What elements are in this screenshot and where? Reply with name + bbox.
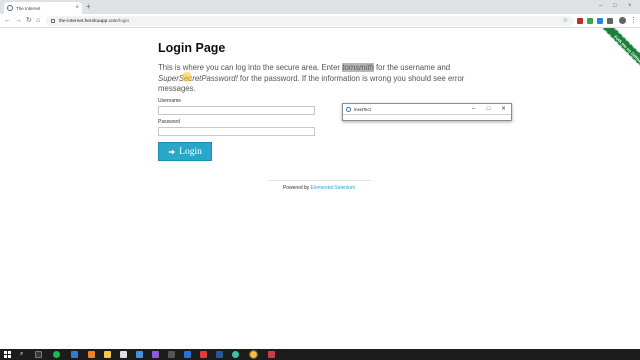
password-input[interactable] [158,127,315,136]
edge-icon[interactable] [232,351,239,358]
browser-menu-button[interactable]: ⋮ [630,16,637,26]
app-icon[interactable] [168,351,175,358]
floating-maximize-button[interactable]: □ [481,104,496,114]
url-text: the-internet.herokuapp.com/login [59,19,129,24]
intro-text-part: for the username and [373,63,451,72]
footer-divider [268,180,371,181]
cursor-highlight [182,72,192,82]
lock-icon [51,19,55,23]
windows-start-icon[interactable] [4,351,11,358]
username-input[interactable] [158,106,315,115]
page-title: Login Page [158,41,226,55]
floating-window[interactable]: InsetTect – □ ✕ [342,103,512,121]
fork-ribbon-label[interactable]: Fork me on GitHub [597,28,640,80]
app-icon[interactable] [71,351,78,358]
floating-window-titlebar[interactable]: InsetTect – □ ✕ [343,104,511,114]
window-close-button[interactable]: × [628,2,632,10]
bookmark-star-icon[interactable]: ☆ [563,17,568,25]
app-icon[interactable] [136,351,143,358]
address-bar[interactable]: the-internet.herokuapp.com/login ☆ [46,16,574,26]
floating-close-button[interactable]: ✕ [496,104,511,114]
username-label: Username [158,98,182,104]
fork-ribbon[interactable]: Fork me on GitHub [585,28,640,83]
reload-button[interactable]: ↻ [26,16,32,26]
footer-prefix: Powered by [282,185,311,191]
browser-toolbar: ← → ↻ ⌂ the-internet.herokuapp.com/login… [0,14,640,28]
floating-window-body [343,114,511,121]
globe-icon [7,5,13,11]
visual-studio-icon[interactable] [152,351,159,358]
password-label: Password [158,119,180,125]
tab-strip: The Internet × + – □ × [0,0,640,14]
extension-icon[interactable] [597,18,603,24]
spotify-icon[interactable] [53,351,60,358]
app-icon[interactable] [268,351,275,358]
extension-icon[interactable] [577,18,583,24]
home-button[interactable]: ⌂ [36,16,40,26]
intro-text: This is where you can log into the secur… [158,63,468,95]
screen: The Internet × + – □ × ← → ↻ ⌂ the-inter… [0,0,640,360]
file-explorer-icon[interactable] [104,351,111,358]
page-footer: Powered by Elemental Selenium [158,185,480,191]
sign-in-icon [168,149,176,154]
app-icon[interactable] [200,351,207,358]
intro-text-part: This is where you can log into the secur… [158,63,343,72]
window-maximize-button[interactable]: □ [613,2,617,10]
extension-icon[interactable] [587,18,593,24]
back-button[interactable]: ← [4,16,11,26]
word-icon[interactable] [216,351,223,358]
login-button[interactable]: Login [158,142,212,161]
search-icon[interactable]: ⌕ [20,350,23,359]
app-icon [346,106,351,112]
app-icon[interactable] [120,351,127,358]
taskbar: ⌕ [0,349,640,360]
task-view-icon[interactable] [35,351,42,358]
floating-window-title: InsetTect [354,106,371,112]
new-tab-button[interactable]: + [86,3,91,11]
url-host: the-internet.herokuapp.com [59,18,118,24]
floating-minimize-button[interactable]: – [466,104,481,114]
login-button-label: Login [179,146,202,157]
window-minimize-button[interactable]: – [599,2,602,10]
footer-link[interactable]: Elemental Selenium [311,185,355,191]
chrome-icon[interactable] [249,350,258,359]
tab-close-icon[interactable]: × [75,5,79,11]
username-hint: tomsmith [342,63,374,72]
password-hint: SuperSecretPassword! [158,73,238,83]
tab-title: The Internet [16,5,41,11]
app-icon[interactable] [184,351,191,358]
browser-tab[interactable]: The Internet × [4,2,82,14]
profile-avatar[interactable] [619,17,626,24]
forward-button[interactable]: → [15,16,22,26]
app-icon[interactable] [88,351,95,358]
url-path: /login [117,18,130,24]
puzzle-icon[interactable] [607,18,613,24]
